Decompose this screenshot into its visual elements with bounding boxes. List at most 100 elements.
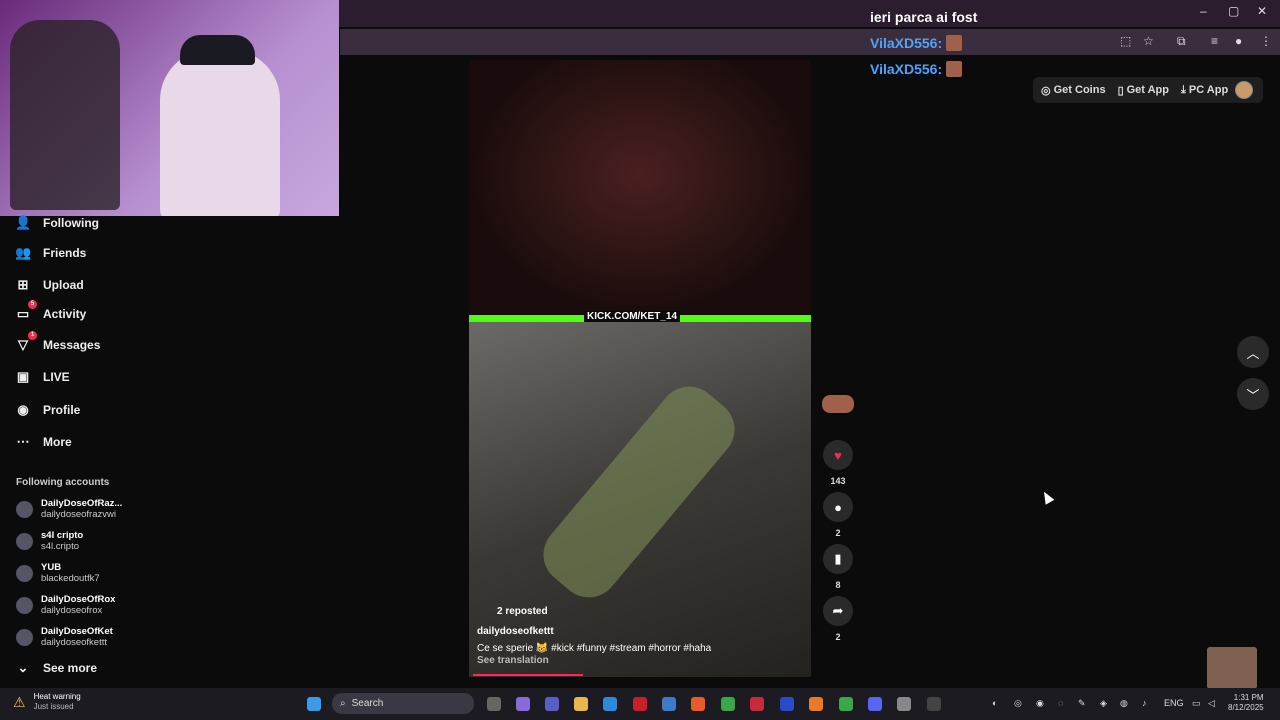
top-action-bar: ◎ Get Coins ▯ Get App ⤓ PC App [1033, 77, 1263, 103]
like-button[interactable]: ♥ [823, 440, 853, 470]
reposted-label[interactable]: 2 reposted [497, 606, 548, 617]
account-name: DailyDoseOfRox [41, 594, 116, 605]
video-progress-bar[interactable] [473, 674, 583, 676]
tray-icon[interactable]: ◌ [1058, 698, 1063, 708]
brave-icon[interactable] [691, 697, 705, 711]
creator-avatar[interactable] [822, 395, 854, 413]
nav-label: Activity [43, 307, 87, 321]
tray-icon[interactable]: ✎ [1078, 698, 1086, 709]
following-account[interactable]: YUB blackedoutfk7 [16, 562, 100, 584]
app-icon[interactable] [927, 697, 941, 711]
discord-tray-icon[interactable]: ◐ [992, 698, 997, 708]
chat-line: ieri parca ai fost [870, 4, 1070, 30]
nav-item-activity[interactable]: ▭ 5 Activity [15, 300, 87, 322]
following-accounts-heading: Following accounts [16, 477, 110, 488]
pc-app-button[interactable]: ⤓ PC App [1181, 84, 1228, 97]
maximize-icon[interactable]: ▢ [1228, 4, 1239, 18]
messages-icon: ▽ 1 [15, 331, 37, 353]
chrome-active-icon[interactable] [839, 697, 853, 711]
file-explorer-icon[interactable] [574, 697, 588, 711]
nav-label: More [43, 435, 72, 449]
media-icon[interactable]: ≡ [1211, 34, 1218, 48]
menu-icon[interactable]: ⋮ [1260, 34, 1272, 48]
install-icon[interactable]: ⬚ [1120, 34, 1131, 48]
account-handle: dailydoseofrazvwi [41, 509, 116, 520]
bookmark-star-icon[interactable]: ☆ [1143, 34, 1154, 48]
taskbar-search[interactable]: ⌕ Search [332, 693, 474, 714]
share-count: 2 [835, 632, 841, 642]
video-author[interactable]: dailydoseofkettt [477, 626, 554, 637]
address-bar[interactable] [340, 29, 1280, 55]
nav-label: Following [43, 216, 99, 230]
pc-app-label: PC App [1188, 84, 1229, 96]
chrome-icon[interactable] [721, 697, 735, 711]
phone-icon: ▯ [1117, 84, 1124, 97]
nav-item-profile[interactable]: ◉ Profile [15, 402, 80, 418]
close-icon[interactable]: ✕ [1257, 4, 1267, 18]
chat-line: VilaXD556: [870, 30, 1070, 56]
more-icon: ⋯ [16, 434, 30, 449]
app-l-icon[interactable] [780, 697, 794, 711]
avatar [16, 564, 33, 582]
heat-title: Heat warning [33, 692, 81, 701]
video-player[interactable]: KICK.COM/KET_14 [469, 60, 811, 677]
start-icon[interactable] [307, 697, 321, 711]
nav-label: Upload [43, 278, 84, 292]
figure [531, 374, 747, 610]
nav-item-friends[interactable]: 👥 Friends [15, 245, 86, 261]
next-video-button[interactable]: ﹀ [1237, 378, 1269, 410]
system-clock[interactable]: 1:31 PM 8/12/2025 [1228, 693, 1264, 713]
nav-item-upload[interactable]: ⊞ Upload [15, 277, 84, 293]
share-icon: ➦ [832, 603, 844, 618]
discord-icon[interactable] [868, 697, 882, 711]
nav-item-live[interactable]: ▣ LIVE [15, 369, 70, 385]
profile-avatar-icon[interactable]: ● [1235, 34, 1242, 48]
teams-icon[interactable] [545, 697, 559, 711]
network-icon[interactable]: ▭ [1192, 698, 1201, 709]
task-view-icon[interactable] [487, 697, 501, 711]
microphone-icon[interactable]: ♪ [1142, 698, 1147, 708]
store-icon[interactable] [662, 697, 676, 711]
following-account[interactable]: DailyDoseOfKet dailydoseofkettt [16, 626, 113, 648]
bookmark-icon: ▮ [834, 551, 842, 566]
upload-icon: ⊞ [17, 277, 29, 292]
notification-badge: 5 [28, 300, 37, 309]
copilot-icon[interactable] [516, 697, 530, 711]
nav-label: Messages [43, 338, 101, 352]
tray-icon[interactable]: ◉ [1036, 698, 1044, 709]
firefox-icon[interactable] [809, 697, 823, 711]
app-icon[interactable] [897, 697, 911, 711]
account-name: DailyDoseOfRaz... [41, 498, 123, 509]
see-translation-link[interactable]: See translation [477, 655, 549, 666]
edge-icon[interactable] [603, 697, 617, 711]
nav-item-following[interactable]: 👤 Following [15, 215, 99, 231]
heat-warning-notification[interactable]: ⚠ Heat warning Just issued [13, 692, 81, 712]
volume-icon[interactable]: ◁ [1208, 698, 1215, 709]
following-account[interactable]: DailyDoseOfRox dailydoseofrox [16, 594, 115, 616]
previous-video-button[interactable]: ︿ [1237, 336, 1269, 368]
mouse-cursor-icon [1039, 489, 1055, 505]
minimize-icon[interactable]: – [1200, 4, 1207, 18]
netflix-icon[interactable] [633, 697, 647, 711]
get-app-button[interactable]: ▯ Get App [1118, 84, 1169, 97]
following-account[interactable]: DailyDoseOfRaz... dailydoseofrazvwi [16, 498, 122, 520]
tray-icon[interactable]: ◈ [1100, 698, 1107, 709]
tray-icon[interactable]: ◎ [1014, 698, 1022, 709]
see-more-button[interactable]: ⌄ See more [15, 660, 97, 676]
steam-icon[interactable]: ◍ [1120, 698, 1128, 709]
video-caption: Ce se sperie 😹 #kick #funny #stream #hor… [477, 643, 712, 654]
language-indicator[interactable]: ENG [1164, 698, 1184, 708]
get-coins-button[interactable]: ◎ Get Coins [1041, 84, 1106, 97]
comment-button[interactable]: ● [823, 492, 853, 522]
opera-icon[interactable] [750, 697, 764, 711]
save-button[interactable]: ▮ [823, 544, 853, 574]
heart-icon: ♥ [834, 447, 842, 463]
share-button[interactable]: ➦ [823, 596, 853, 626]
user-avatar[interactable] [1235, 81, 1253, 99]
nav-item-messages[interactable]: ▽ 1 Messages [15, 331, 101, 353]
extensions-icon[interactable]: ⧉ [1177, 34, 1186, 49]
following-account[interactable]: s4l cripto s4l.cripto [16, 530, 83, 552]
nav-label: Friends [43, 246, 87, 260]
nav-item-more[interactable]: ⋯ More [15, 434, 72, 450]
account-name: DailyDoseOfKet [41, 626, 113, 637]
